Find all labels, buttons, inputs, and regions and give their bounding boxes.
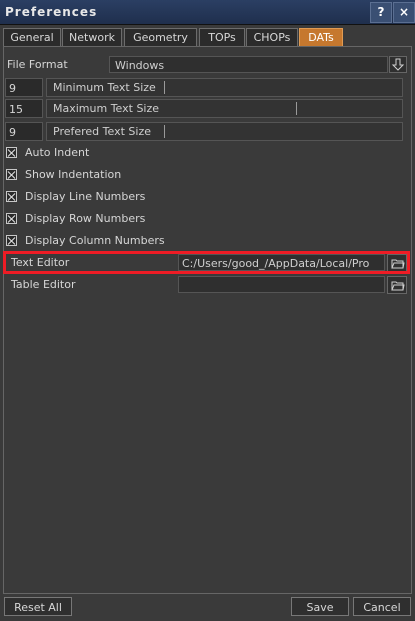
folder-icon <box>391 281 405 291</box>
display-column-numbers-checkbox[interactable] <box>6 235 17 246</box>
window-title: Preferences <box>5 5 98 19</box>
pref-text-size-slider[interactable]: Prefered Text Size <box>46 122 403 141</box>
display-line-numbers-label: Display Line Numbers <box>25 190 146 203</box>
show-indentation-label: Show Indentation <box>25 168 122 181</box>
tab-dats[interactable]: DATs <box>299 28 343 47</box>
tab-network[interactable]: Network <box>62 28 122 47</box>
max-text-size-slider[interactable]: Maximum Text Size <box>46 99 403 118</box>
slider-handle[interactable] <box>164 81 165 94</box>
min-text-size-slider[interactable]: Minimum Text Size <box>46 78 403 97</box>
file-format-dropdown-button[interactable] <box>389 56 407 73</box>
tab-tops[interactable]: TOPs <box>199 28 245 47</box>
reset-all-button[interactable]: Reset All <box>4 597 72 616</box>
save-button[interactable]: Save <box>291 597 349 616</box>
tab-chops[interactable]: CHOPs <box>246 28 298 47</box>
display-row-numbers-label: Display Row Numbers <box>25 212 146 225</box>
table-editor-browse-button[interactable] <box>387 276 407 294</box>
display-line-numbers-checkbox[interactable] <box>6 191 17 202</box>
tab-general[interactable]: General <box>3 28 61 47</box>
auto-indent-label: Auto Indent <box>25 146 90 159</box>
text-editor-highlight <box>3 251 410 274</box>
auto-indent-checkbox[interactable] <box>6 147 17 158</box>
min-text-size-value[interactable]: 9 <box>5 78 43 97</box>
pref-text-size-value[interactable]: 9 <box>5 122 43 141</box>
display-column-numbers-label: Display Column Numbers <box>25 234 165 247</box>
tab-geometry[interactable]: Geometry <box>124 28 197 47</box>
title-bar: Preferences ? × <box>0 0 415 25</box>
cancel-button[interactable]: Cancel <box>353 597 411 616</box>
table-editor-label: Table Editor <box>11 278 76 291</box>
slider-handle[interactable] <box>296 102 297 115</box>
arrow-down-icon <box>391 58 405 71</box>
max-text-size-label: Maximum Text Size <box>53 100 162 117</box>
show-indentation-checkbox[interactable] <box>6 169 17 180</box>
max-text-size-value[interactable]: 15 <box>5 99 43 118</box>
pref-text-size-label: Prefered Text Size <box>53 123 153 140</box>
table-editor-path-field[interactable] <box>178 276 385 293</box>
close-button[interactable]: × <box>393 2 415 23</box>
help-button[interactable]: ? <box>370 2 392 23</box>
min-text-size-label: Minimum Text Size <box>53 79 158 96</box>
file-format-label: File Format <box>7 58 68 71</box>
slider-handle[interactable] <box>164 125 165 138</box>
display-row-numbers-checkbox[interactable] <box>6 213 17 224</box>
file-format-select[interactable]: Windows <box>109 56 388 73</box>
